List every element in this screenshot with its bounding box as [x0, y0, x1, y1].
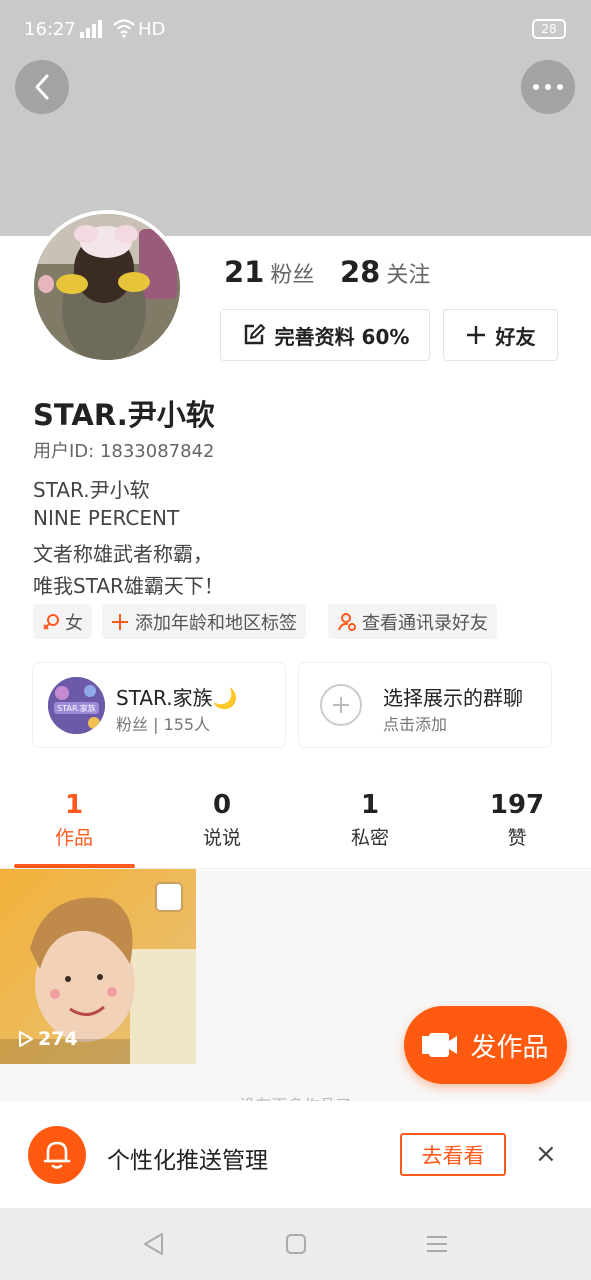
more-dots-icon [533, 84, 563, 90]
avatar-photo [34, 214, 180, 360]
close-banner-button[interactable]: × [535, 1139, 557, 1169]
family-group-subtitle: 粉丝 | 155人 [116, 715, 211, 734]
play-count-value: 274 [38, 1028, 78, 1050]
active-tab-indicator [14, 864, 135, 868]
bell-icon-circle [28, 1126, 86, 1184]
tab-count: 0 [212, 790, 232, 820]
add-friend-label: 好友 [495, 324, 536, 349]
contacts-label: 查看通讯录好友 [362, 612, 488, 634]
play-icon [19, 1031, 33, 1047]
tab-posts[interactable]: 0 说说 [148, 785, 296, 851]
following-label: 关注 [386, 263, 431, 288]
add-age-region-label: 添加年龄和地区标签 [135, 612, 297, 634]
tab-works[interactable]: 1 作品 [0, 785, 148, 851]
tab-count: 197 [489, 790, 545, 820]
wifi-icon [113, 19, 135, 38]
edit-icon [244, 324, 265, 345]
nav-menu-icon[interactable] [423, 1230, 451, 1258]
nav-home-icon[interactable] [282, 1230, 310, 1258]
family-group-title: STAR.家族🌙 [116, 686, 238, 710]
bio-line: STAR.尹小软 [33, 478, 150, 502]
tab-private[interactable]: 1 私密 [296, 785, 444, 851]
bell-icon [43, 1141, 71, 1169]
avatar[interactable] [30, 210, 184, 364]
plus-icon [112, 613, 128, 630]
group-chat-subtitle: 点击添加 [383, 715, 448, 734]
go-see-button[interactable]: 去看看 [400, 1133, 506, 1176]
followers-stat[interactable]: 21 粉丝 [224, 255, 314, 289]
status-bar: 16:27 HD 28 [0, 0, 591, 60]
complete-profile-label: 完善资料 60% [274, 324, 410, 349]
nav-back-icon[interactable] [140, 1230, 168, 1258]
plus-icon [466, 326, 485, 344]
group-chat-title: 选择展示的群聊 [383, 686, 523, 710]
content-tabs: 1 作品 0 说说 1 私密 197 赞 [0, 785, 591, 869]
status-time: 16:27 [24, 19, 76, 40]
tab-count: 1 [360, 790, 380, 820]
tab-label: 赞 [507, 827, 527, 849]
back-arrow-icon [35, 74, 49, 100]
contacts-icon [338, 612, 356, 631]
bio-line: NINE PERCENT [33, 506, 180, 530]
bio-line: 文者称雄武者称霸， [33, 542, 213, 566]
complete-profile-button[interactable]: 完善资料 60% [220, 309, 430, 361]
contacts-tag[interactable]: 查看通讯录好友 [328, 604, 497, 639]
more-button[interactable] [521, 60, 575, 114]
publish-label: 发作品 [470, 1032, 549, 1063]
add-friend-button[interactable]: 好友 [443, 309, 558, 361]
family-avatar-text: STAR.家族 [57, 703, 96, 713]
video-camera-icon [422, 1033, 458, 1057]
add-age-region-tag[interactable]: 添加年龄和地区标签 [102, 604, 306, 639]
push-banner-text: 个性化推送管理 [107, 1148, 268, 1174]
tab-label: 作品 [54, 827, 93, 849]
followers-label: 粉丝 [270, 263, 315, 288]
battery-icon: 28 [532, 19, 566, 39]
tab-label: 说说 [202, 827, 241, 849]
family-group-card[interactable]: STAR.家族 STAR.家族🌙 粉丝 | 155人 [33, 663, 285, 747]
user-id: 用户ID: 1833087842 [33, 441, 215, 462]
tab-likes[interactable]: 197 赞 [443, 785, 591, 851]
tab-count: 1 [64, 790, 84, 820]
family-avatar: STAR.家族 [48, 677, 105, 734]
tab-label: 私密 [350, 827, 389, 849]
push-settings-banner: 个性化推送管理 去看看 × [0, 1101, 591, 1208]
hd-indicator: HD [138, 19, 166, 40]
add-circle-icon [320, 684, 362, 726]
following-stat[interactable]: 28 关注 [340, 255, 430, 289]
system-nav-bar [0, 1208, 591, 1280]
female-icon [43, 613, 59, 630]
following-count: 28 [340, 255, 381, 289]
bio-line: 唯我STAR雄霸天下！ [33, 574, 224, 598]
select-group-chat-card[interactable]: 选择展示的群聊 点击添加 [299, 663, 551, 747]
gender-label: 女 [65, 612, 83, 634]
followers-count: 21 [224, 255, 265, 289]
play-count: 274 [18, 1028, 78, 1050]
signal-icon [80, 18, 102, 38]
publish-work-button[interactable]: 发作品 [404, 1006, 567, 1084]
username: STAR.尹小软 [33, 398, 215, 432]
gender-tag: 女 [33, 604, 92, 639]
back-button[interactable] [15, 60, 69, 114]
